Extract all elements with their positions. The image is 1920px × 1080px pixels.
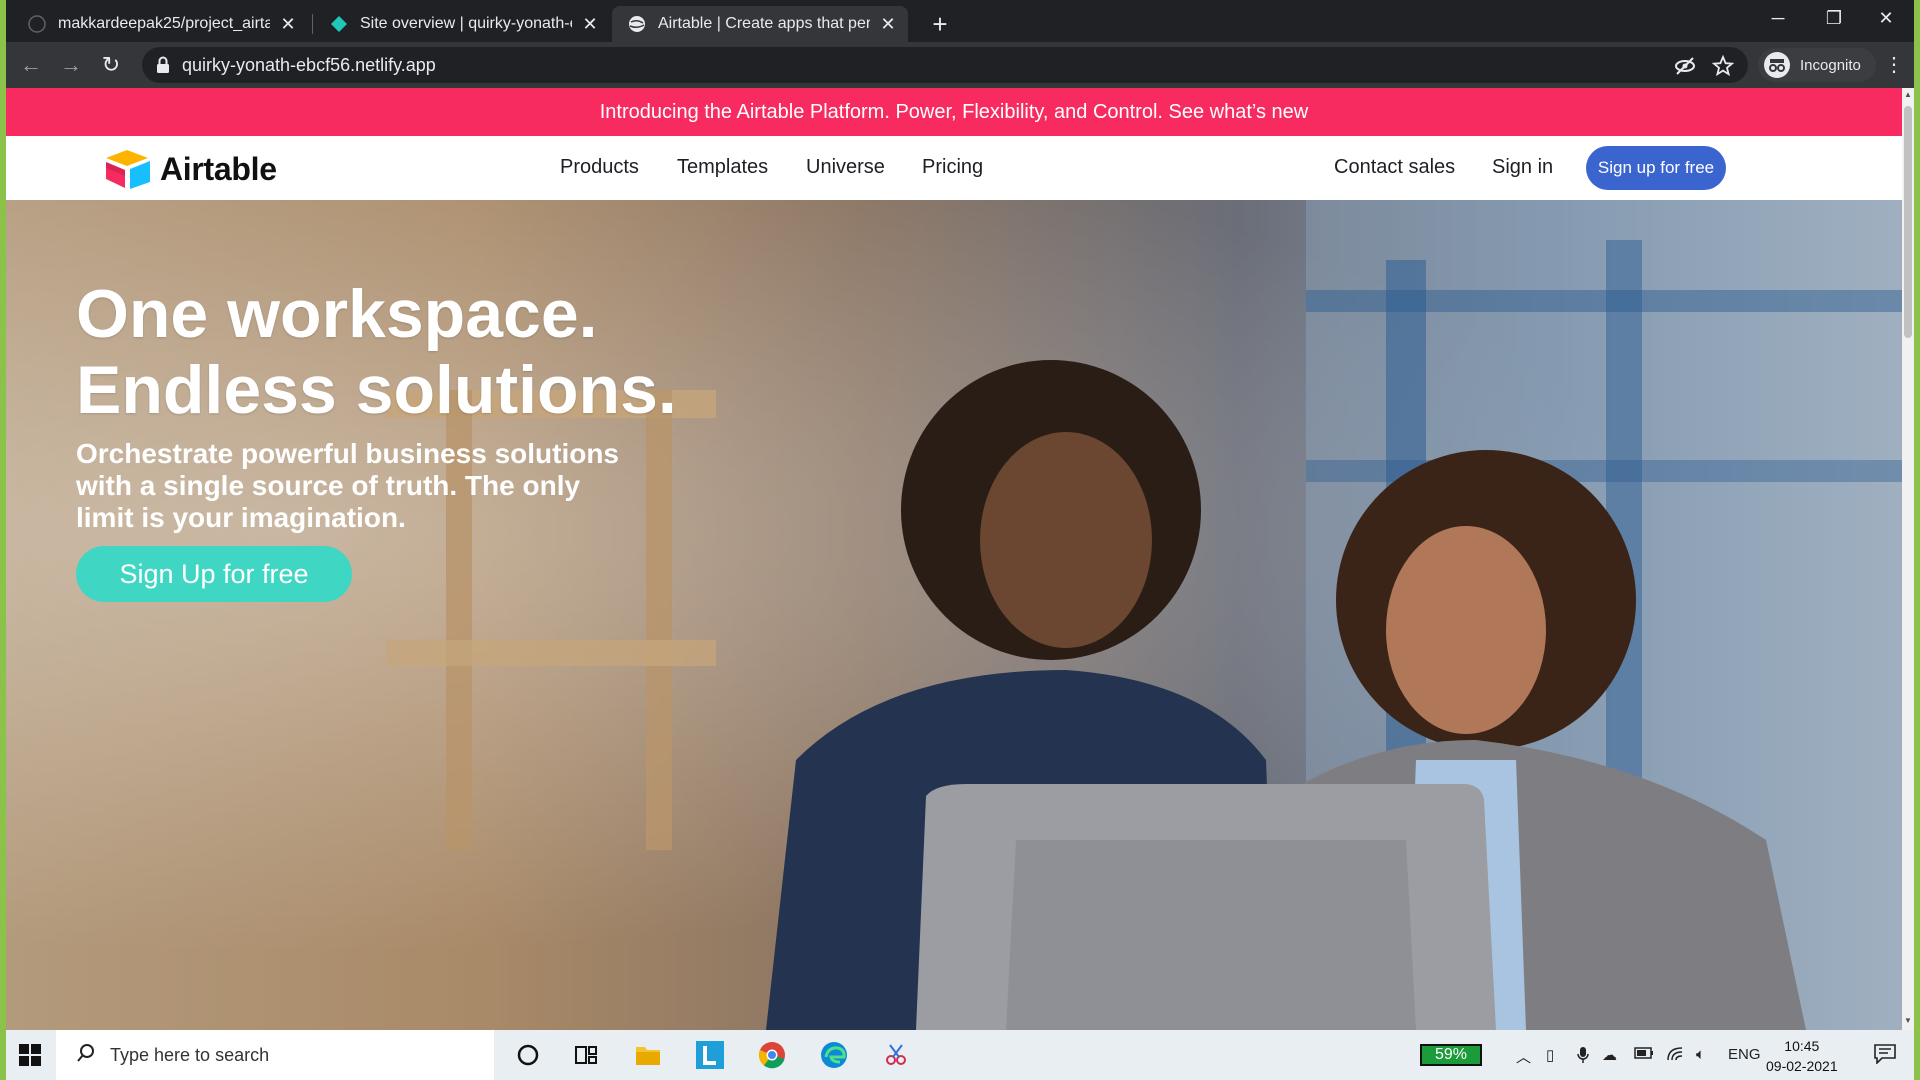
volume-icon[interactable]: 🔈︎: [1696, 1046, 1705, 1063]
tab-netlify[interactable]: Site overview | quirky-yonath-ebcf56 ✕: [314, 6, 610, 42]
airtable-logo[interactable]: Airtable: [104, 148, 277, 190]
snipping-tool-icon[interactable]: [882, 1041, 910, 1069]
incognito-badge[interactable]: Incognito: [1758, 48, 1876, 82]
nav-pricing[interactable]: Pricing: [922, 156, 983, 179]
tab-strip: makkardeepak25/project_airtable ✕ Site o…: [6, 0, 1914, 42]
scroll-up-arrow[interactable]: ▲: [1904, 90, 1912, 99]
announcement-banner[interactable]: Introducing the Airtable Platform. Power…: [6, 88, 1902, 136]
tab-title: Site overview | quirky-yonath-ebcf56: [360, 15, 572, 32]
tab-title: Airtable | Create apps that perfectly: [658, 15, 870, 32]
tab-github[interactable]: makkardeepak25/project_airtable ✕: [12, 6, 308, 42]
back-icon[interactable]: ←: [16, 50, 46, 80]
chrome-icon[interactable]: [758, 1041, 786, 1069]
web-page: Introducing the Airtable Platform. Power…: [6, 88, 1902, 1030]
minimize-icon[interactable]: ─: [1750, 0, 1806, 36]
nav-templates[interactable]: Templates: [677, 156, 768, 179]
hero-headline-line-2: Endless solutions.: [76, 352, 677, 428]
nav-contact-sales[interactable]: Contact sales: [1334, 156, 1455, 179]
incognito-label: Incognito: [1800, 56, 1861, 74]
hero-section: One workspace. Endless solutions. Orches…: [6, 200, 1902, 1030]
system-clock[interactable]: 10:45 09-02-2021: [1766, 1036, 1838, 1076]
close-window-icon[interactable]: ✕: [1858, 0, 1914, 36]
edge-icon[interactable]: [820, 1041, 848, 1069]
browser-window: makkardeepak25/project_airtable ✕ Site o…: [6, 0, 1914, 1030]
browser-menu-icon[interactable]: ⋮: [1884, 52, 1904, 77]
brand-name: Airtable: [160, 150, 277, 187]
url-text: quirky-yonath-ebcf56.netlify.app: [182, 55, 436, 75]
tab-title: makkardeepak25/project_airtable: [58, 15, 270, 32]
nav-products[interactable]: Products: [560, 156, 639, 179]
windows-start-icon[interactable]: [18, 1043, 42, 1072]
browser-toolbar: ← → ↻ quirky-yonath-ebcf56.netlify.app I…: [6, 42, 1914, 88]
bookmark-star-icon[interactable]: [1711, 54, 1735, 77]
tracking-blocked-icon[interactable]: [1674, 55, 1696, 77]
tab-divider: [312, 14, 313, 34]
airtable-logo-icon: [106, 150, 150, 189]
hero-sign-up-button[interactable]: Sign Up for free: [76, 546, 352, 602]
chevron-up-icon[interactable]: ︿: [1516, 1046, 1531, 1067]
nav-sign-up-button[interactable]: Sign up for free: [1586, 146, 1726, 190]
address-bar[interactable]: quirky-yonath-ebcf56.netlify.app: [142, 47, 1748, 83]
hero-headline: One workspace. Endless solutions.: [76, 276, 677, 428]
search-placeholder: Type here to search: [110, 1044, 270, 1065]
restore-icon[interactable]: ❐: [1806, 0, 1862, 36]
clock-date: 09-02-2021: [1766, 1058, 1838, 1074]
reload-icon[interactable]: ↻: [96, 50, 126, 80]
new-tab-button[interactable]: +: [924, 8, 956, 40]
site-navigation: Airtable Products Templates Universe Pri…: [6, 136, 1902, 200]
clock-time: 10:45: [1784, 1038, 1820, 1054]
language-indicator[interactable]: ENG: [1728, 1046, 1761, 1063]
page-scrollbar[interactable]: ▲ ▼: [1902, 88, 1914, 1030]
windows-taskbar: Type here to search 59% ︿ ▯ ☁ 🔈︎ ENG 10:…: [6, 1030, 1914, 1080]
tab-airtable[interactable]: Airtable | Create apps that perfectly ✕: [612, 6, 908, 42]
scroll-thumb[interactable]: [1904, 106, 1912, 338]
nav-universe[interactable]: Universe: [806, 156, 885, 179]
nav-sign-in[interactable]: Sign in: [1492, 156, 1553, 179]
task-view-icon[interactable]: [572, 1041, 600, 1069]
hero-headline-line-1: One workspace.: [76, 276, 598, 352]
netlify-icon: [330, 15, 348, 33]
l-app-icon[interactable]: [696, 1041, 724, 1069]
scroll-down-arrow[interactable]: ▼: [1904, 1016, 1912, 1025]
cortana-icon[interactable]: [514, 1041, 542, 1069]
microphone-icon[interactable]: [1576, 1046, 1590, 1068]
close-icon[interactable]: ✕: [878, 14, 898, 35]
close-icon[interactable]: ✕: [580, 14, 600, 35]
wifi-icon[interactable]: [1666, 1046, 1686, 1066]
forward-icon[interactable]: →: [56, 50, 86, 80]
hero-subtext: Orchestrate powerful business solutions …: [76, 438, 620, 533]
notifications-icon[interactable]: [1874, 1044, 1896, 1068]
taskbar-search[interactable]: Type here to search: [56, 1030, 494, 1080]
device-icon[interactable]: ▯: [1546, 1046, 1554, 1064]
globe-icon: [628, 15, 646, 33]
lock-icon: [156, 56, 170, 79]
battery-icon[interactable]: [1634, 1046, 1654, 1064]
github-icon: [28, 15, 46, 33]
incognito-icon: [1764, 52, 1790, 78]
battery-percentage[interactable]: 59%: [1420, 1044, 1482, 1066]
onedrive-cloud-icon[interactable]: ☁: [1602, 1046, 1617, 1064]
close-icon[interactable]: ✕: [278, 14, 298, 35]
search-icon: [76, 1043, 96, 1068]
file-explorer-icon[interactable]: [634, 1041, 662, 1069]
